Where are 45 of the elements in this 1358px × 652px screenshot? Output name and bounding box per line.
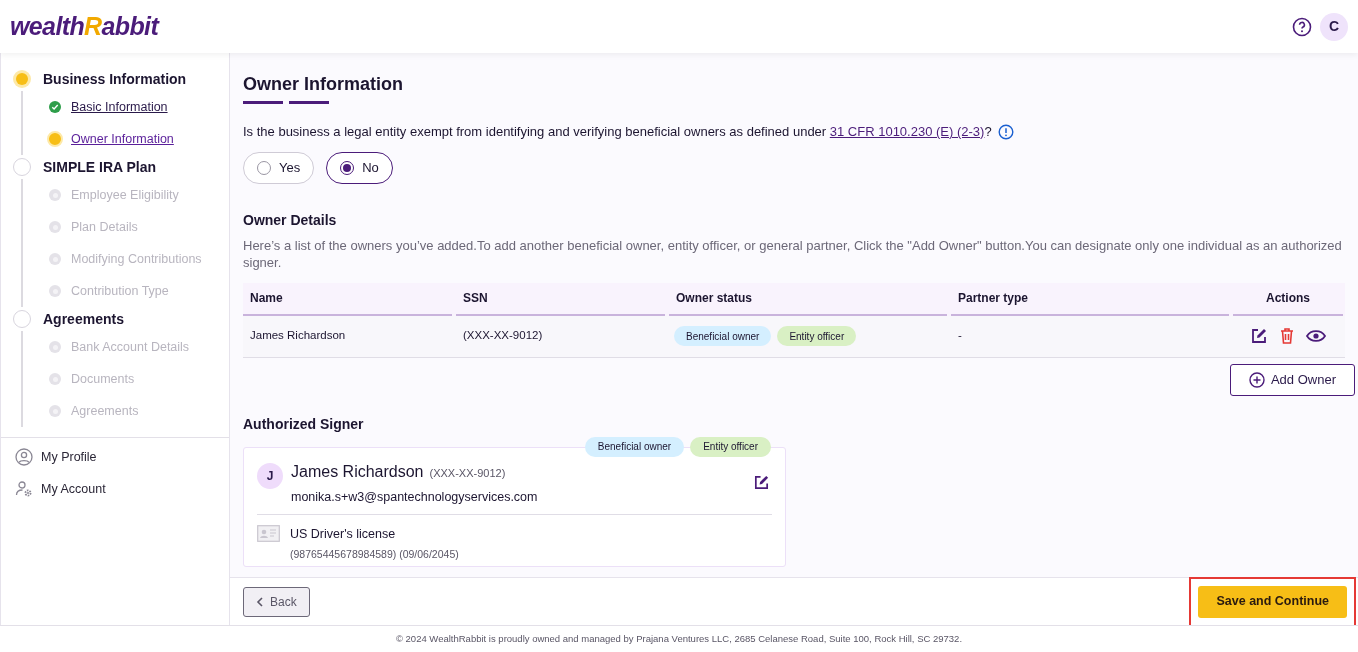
info-icon[interactable] [997, 123, 1014, 140]
avatar-initial: J [257, 462, 283, 489]
help-icon[interactable] [1292, 16, 1312, 37]
section-title: Authorized Signer [243, 414, 365, 434]
table-cell-text: - [957, 328, 963, 344]
id-card-icon [257, 525, 280, 543]
user-settings-icon [15, 480, 33, 498]
save-and-continue-button[interactable]: Save and Continue [1198, 585, 1347, 618]
radio-option[interactable]: No [326, 151, 393, 184]
status-tag: Beneficial owner [584, 436, 685, 457]
edit-icon[interactable] [1250, 327, 1268, 345]
step-title[interactable]: SIMPLE IRA Plan [43, 156, 157, 178]
regulation-link[interactable]: 31 CFR 1010.230 (E) (2-3) [829, 124, 985, 139]
radio-option[interactable]: Yes [243, 151, 315, 184]
sidebar-link[interactable]: My Account [41, 479, 106, 499]
user-avatar[interactable]: C [1320, 12, 1348, 41]
add-icon [1248, 371, 1265, 388]
status-tag: Entity officer [777, 326, 857, 346]
table-cell-text: James Richardson [249, 328, 347, 344]
question-text: Is the business a legal entity exempt from identifying and verifying beneficial owners as defined under 31 CFR 1010.230 (E) (2-3)? [243, 123, 992, 141]
delete-icon[interactable] [1278, 327, 1296, 345]
step-title[interactable]: Business Information [43, 68, 187, 90]
signer-name: James Richardson [291, 461, 424, 482]
chevron-left-icon [256, 596, 264, 607]
sidebar-link[interactable]: My Profile [41, 447, 97, 467]
back-button[interactable]: Back [243, 586, 310, 617]
step-link[interactable]: Basic Information [71, 97, 168, 117]
section-title: Owner Details [243, 210, 338, 230]
description-text: Here’s a list of the owners you’ve added.To add another beneficial owner, entity officer, or general partner, Click the "Add Owner" button.You can designate only one individual as an authorized signer. [243, 236, 1343, 271]
signer-ssn: (XXX-XX-9012) [429, 465, 506, 481]
status-tag: Entity officer [690, 436, 771, 457]
view-icon[interactable] [1306, 327, 1326, 345]
status-tag: Beneficial owner [674, 326, 772, 346]
id-details: (98765445678984589) (09/06/2045) [290, 547, 459, 562]
logo[interactable]: wealthRabbit [10, 7, 159, 46]
edit-icon[interactable] [753, 473, 770, 491]
step-link[interactable]: Owner Information [71, 129, 174, 149]
page-title: Owner Information [243, 73, 403, 96]
step-title[interactable]: Agreements [43, 308, 124, 330]
signer-email: monika.s+w3@spantechnologyservices.com [291, 488, 539, 506]
id-type: US Driver's license [290, 526, 397, 544]
copyright-text: © 2024 WealthRabbit is proudly owned and managed by Prajana Ventures LLC, 2685 Celanese Road, Suite 100, Rock Hill, SC 29732. [395, 631, 963, 646]
table-cell-text: (XXX-XX-9012) [462, 328, 544, 344]
add-owner-button[interactable]: Add Owner [1229, 363, 1355, 396]
profile-icon [15, 448, 33, 466]
